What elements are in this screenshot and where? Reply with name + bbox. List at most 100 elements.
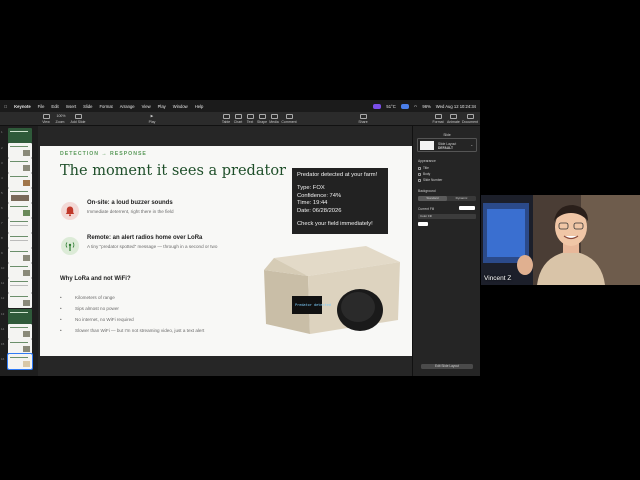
chart-button[interactable]: Chart bbox=[232, 114, 244, 124]
zoom-button[interactable]: 100% Zoom bbox=[54, 114, 66, 124]
view-button[interactable]: View bbox=[40, 114, 52, 124]
chart-icon bbox=[234, 114, 242, 119]
slide-number: 13 bbox=[1, 312, 5, 316]
alert-type: Type: FOX bbox=[297, 184, 325, 191]
shape-button[interactable]: Shape bbox=[256, 114, 268, 124]
slide-thumbnail[interactable] bbox=[8, 324, 32, 339]
battery-status[interactable]: 96% bbox=[422, 104, 430, 109]
slide-number: 2 bbox=[1, 146, 3, 150]
menu-window[interactable]: Window bbox=[173, 104, 188, 109]
clock[interactable]: Wed Aug 12 10:24:34 bbox=[436, 104, 476, 109]
appearance-label: Appearance bbox=[418, 159, 436, 163]
weather-status[interactable]: 51°C bbox=[386, 104, 395, 109]
slide-thumbnail-selected[interactable] bbox=[7, 353, 33, 370]
play-button[interactable]: ▶ Play bbox=[146, 114, 158, 124]
slide-thumbnail[interactable] bbox=[8, 158, 32, 173]
slide-number: 15 bbox=[1, 342, 5, 346]
checkbox-icon bbox=[418, 172, 421, 176]
comment-icon bbox=[285, 114, 293, 119]
menu-arrange[interactable]: Arrange bbox=[120, 104, 135, 109]
participant-name: Vincent Z bbox=[484, 275, 512, 282]
wifi-icon[interactable]: ◠ bbox=[414, 104, 418, 109]
segment-dynamic[interactable]: Dynamic bbox=[447, 196, 476, 201]
bullet-item: Slower than WiFi — but I'm not streaming… bbox=[60, 328, 204, 333]
add-slide-button[interactable]: Add Slide bbox=[70, 114, 86, 124]
fill-color-swatch[interactable] bbox=[459, 206, 475, 210]
slide-thumbnail[interactable] bbox=[8, 339, 32, 354]
checkbox-body[interactable]: Body bbox=[418, 172, 430, 176]
media-button[interactable]: Media bbox=[268, 114, 280, 124]
bell-icon bbox=[61, 202, 79, 220]
text-button[interactable]: Text bbox=[244, 114, 256, 124]
animate-icon bbox=[449, 114, 457, 119]
slide-number: 6 bbox=[1, 206, 3, 210]
menu-app-name[interactable]: Keynote bbox=[14, 104, 31, 109]
format-icon bbox=[434, 114, 442, 119]
share-icon bbox=[359, 114, 367, 119]
menu-play[interactable]: Play bbox=[158, 104, 166, 109]
slide-thumbnail[interactable] bbox=[8, 263, 32, 278]
bullet-item: Sips almost no power bbox=[60, 306, 119, 311]
background-mode-toggle[interactable]: Standard Dynamic bbox=[418, 196, 476, 201]
slide-thumbnail[interactable] bbox=[8, 218, 32, 233]
slide-thumbnail[interactable] bbox=[8, 278, 32, 293]
slide-number: 4 bbox=[1, 176, 3, 180]
apple-icon[interactable]:  bbox=[4, 104, 7, 109]
menu-format[interactable]: Format bbox=[99, 104, 112, 109]
inspector-title: Slide bbox=[443, 133, 451, 137]
media-icon bbox=[270, 114, 278, 119]
format-button[interactable]: Format bbox=[432, 114, 444, 124]
document-button[interactable]: Document bbox=[462, 114, 478, 124]
slide-number: 5 bbox=[1, 191, 3, 195]
shape-icon bbox=[258, 114, 266, 119]
table-button[interactable]: Table bbox=[220, 114, 232, 124]
slide-thumbnail[interactable] bbox=[8, 128, 32, 143]
checkbox-slide-number[interactable]: Slide Number bbox=[418, 178, 442, 182]
menu-edit[interactable]: Edit bbox=[51, 104, 58, 109]
layout-thumbnail bbox=[420, 141, 434, 150]
animate-button[interactable]: Animate bbox=[447, 114, 460, 124]
slide-thumbnail[interactable] bbox=[8, 293, 32, 308]
menu-file[interactable]: File bbox=[38, 104, 45, 109]
fill-type-select[interactable]: Color Fill bbox=[418, 214, 476, 219]
slide-thumbnail[interactable] bbox=[8, 203, 32, 218]
onsite-subtitle: Immediate deterrent, right there in the … bbox=[87, 209, 174, 214]
alert-confidence: Confidence: 74% bbox=[297, 192, 342, 199]
slide-number: 9 bbox=[1, 251, 3, 255]
menu-view[interactable]: View bbox=[142, 104, 151, 109]
slide-thumbnail[interactable] bbox=[8, 173, 32, 188]
slide-layout-picker[interactable]: Slide Layout DEFAULT ⌄ bbox=[417, 138, 477, 152]
alert-date: Date: 06/28/2026 bbox=[297, 208, 342, 215]
menu-bar:  Keynote File Edit Insert Slide Format … bbox=[0, 100, 480, 112]
slide-thumbnail[interactable] bbox=[8, 143, 32, 158]
status-pill-icon[interactable] bbox=[373, 103, 382, 109]
slide-number: 8 bbox=[1, 236, 3, 240]
slide-thumbnail[interactable] bbox=[8, 309, 32, 324]
menu-insert[interactable]: Insert bbox=[66, 104, 76, 109]
comment-button[interactable]: Comment bbox=[281, 114, 297, 124]
share-button[interactable]: Share bbox=[357, 114, 369, 124]
segment-standard[interactable]: Standard bbox=[418, 196, 447, 201]
slide-thumbnail[interactable] bbox=[8, 233, 32, 248]
device-photo[interactable]: Predator detected bbox=[262, 240, 402, 336]
fill-label: Current Fill bbox=[418, 207, 435, 211]
menu-slide[interactable]: Slide bbox=[83, 104, 92, 109]
inspector-header: Slide bbox=[413, 126, 481, 138]
control-pill-icon[interactable] bbox=[400, 103, 409, 109]
slide-navigator: 1 2 3 4 5 6 7 8 9 10 11 12 13 14 15 16 bbox=[0, 126, 38, 376]
webcam-image bbox=[481, 195, 640, 285]
text-icon bbox=[246, 114, 254, 119]
slide-number: 16 bbox=[1, 357, 5, 361]
slide-number: 3 bbox=[1, 161, 3, 165]
slide-thumbnail[interactable] bbox=[8, 248, 32, 263]
checkbox-title[interactable]: Title bbox=[418, 166, 429, 170]
edit-slide-layout-button[interactable]: Edit Slide Layout bbox=[421, 364, 473, 369]
slide-thumbnail[interactable] bbox=[8, 188, 32, 203]
slide-kicker: DETECTION → RESPONSE bbox=[60, 151, 147, 157]
color-well[interactable] bbox=[418, 222, 428, 226]
play-icon: ▶ bbox=[150, 114, 154, 118]
inspector-panel: Slide Slide Layout DEFAULT ⌄ Appearance … bbox=[412, 126, 480, 376]
zoom-icon: 100% bbox=[56, 114, 66, 118]
onsite-title: On-site: a loud buzzer sounds bbox=[87, 200, 173, 206]
menu-help[interactable]: Help bbox=[195, 104, 204, 109]
